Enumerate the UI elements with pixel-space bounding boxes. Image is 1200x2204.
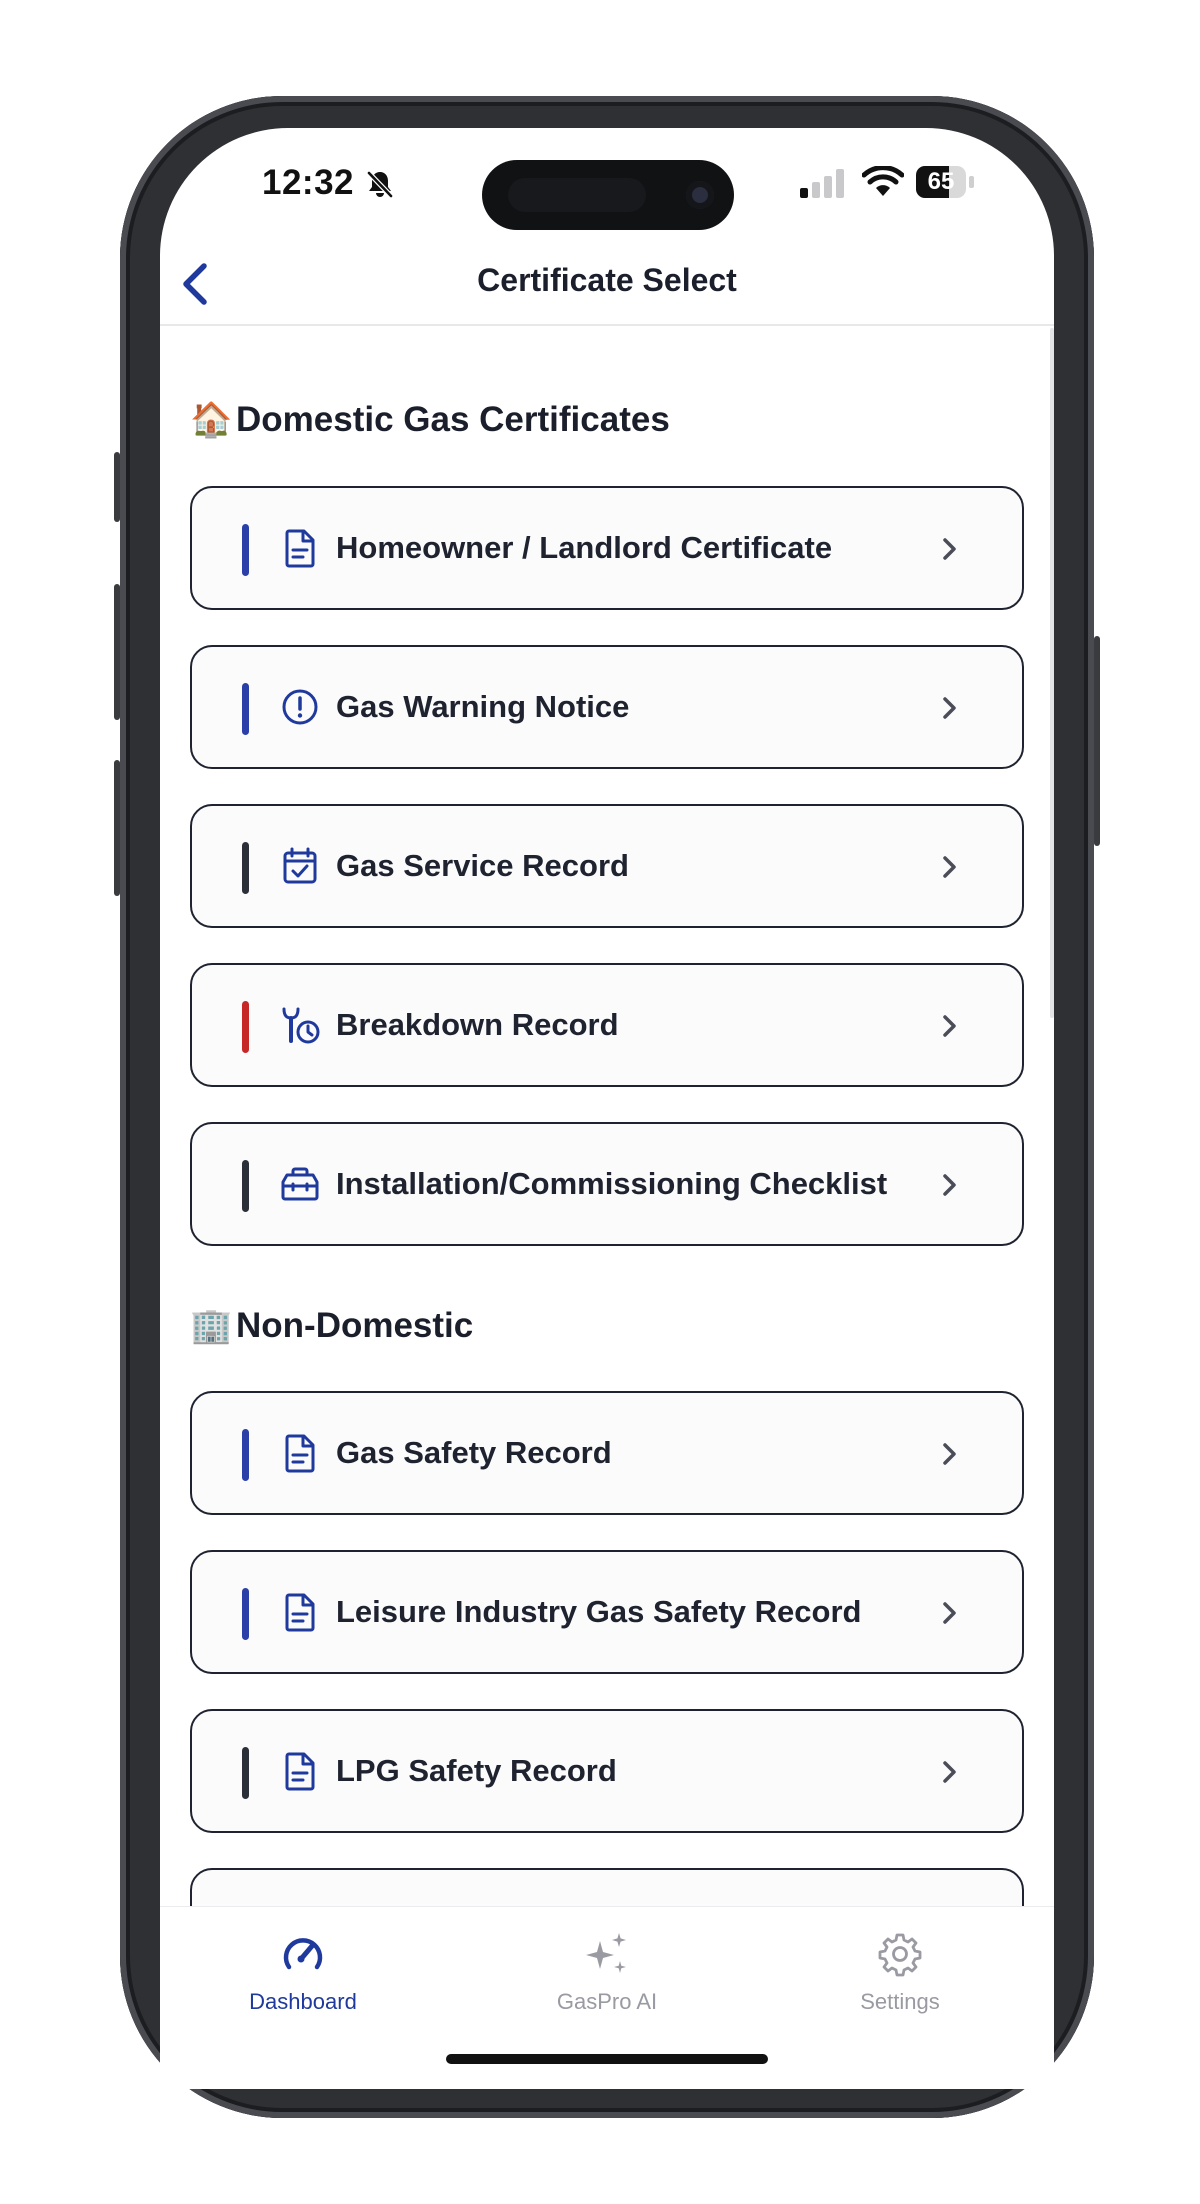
- sparkles-icon: [586, 1933, 626, 1973]
- certificate-item-gas-warning-notice[interactable]: Gas Warning Notice: [190, 645, 1024, 769]
- tab-gaspro-ai[interactable]: GasPro AI: [507, 1929, 707, 2015]
- page-title: Certificate Select: [477, 262, 737, 298]
- chevron-right-icon: [943, 1443, 956, 1465]
- dynamic-island: [482, 160, 734, 230]
- battery-indicator: 65: [916, 166, 976, 198]
- accent-bar: [242, 1747, 249, 1799]
- certificate-label: Installation/Commissioning Checklist: [336, 1166, 888, 1201]
- section-header-domestic: 🏠 Domestic Gas Certificates: [190, 400, 670, 440]
- chevron-right-icon: [943, 1015, 956, 1037]
- section-title-domestic: Domestic Gas Certificates: [236, 400, 670, 439]
- office-building-icon: 🏢: [190, 1307, 233, 1345]
- chevron-right-icon: [943, 856, 956, 878]
- tab-label-dashboard: Dashboard: [249, 1989, 357, 2014]
- certificate-item-gas-service-record[interactable]: Gas Service Record: [190, 804, 1024, 928]
- tab-label-gaspro-ai: GasPro AI: [556, 1989, 658, 2014]
- calendar-check-icon: [283, 847, 317, 884]
- scroll-indicator[interactable]: [1050, 328, 1054, 1018]
- chevron-right-icon: [943, 538, 956, 560]
- document-icon: [285, 1752, 315, 1791]
- battery-level: 65: [927, 168, 955, 195]
- certificate-item-gas-safety-record[interactable]: Gas Safety Record: [190, 1391, 1024, 1515]
- certificate-label: Leisure Industry Gas Safety Record: [336, 1594, 862, 1629]
- certificate-label: Gas Service Record: [336, 848, 629, 883]
- document-icon: [285, 1434, 315, 1473]
- bell-off-icon: [367, 171, 393, 198]
- signal-icon: [800, 169, 844, 198]
- status-time: 12:32: [262, 163, 355, 202]
- certificate-label: LPG Safety Record: [336, 1753, 617, 1788]
- wifi-icon: [862, 166, 904, 196]
- gear-icon: [878, 1933, 922, 1977]
- action-button: [114, 452, 120, 522]
- section-header-non-domestic: 🏢 Non-Domestic: [190, 1306, 473, 1346]
- wrench-clock-icon: [282, 1007, 320, 1044]
- certificate-item-homeowner-landlord[interactable]: Homeowner / Landlord Certificate: [190, 486, 1024, 610]
- chevron-right-icon: [943, 1174, 956, 1196]
- tab-dashboard[interactable]: Dashboard: [203, 1929, 403, 2015]
- certificate-item-lpg-safety-record[interactable]: LPG Safety Record: [190, 1709, 1024, 1833]
- tab-label-settings: Settings: [860, 1989, 940, 2014]
- certificate-item-installation-commissioning[interactable]: Installation/Commissioning Checklist: [190, 1122, 1024, 1246]
- accent-bar: [242, 1588, 249, 1640]
- document-icon: [285, 1593, 315, 1632]
- document-icon: [285, 529, 315, 568]
- camera-icon: [686, 181, 714, 209]
- volume-down-button: [114, 760, 120, 896]
- speedometer-icon: [283, 1938, 323, 1970]
- house-icon: 🏠: [190, 401, 233, 439]
- certificate-item-leisure-industry[interactable]: Leisure Industry Gas Safety Record: [190, 1550, 1024, 1674]
- accent-bar: [242, 842, 249, 894]
- certificate-label: Homeowner / Landlord Certificate: [336, 530, 833, 565]
- accent-bar: [242, 1429, 249, 1481]
- chevron-right-icon: [943, 697, 956, 719]
- certificate-label: Gas Warning Notice: [336, 689, 630, 724]
- power-button: [1094, 636, 1100, 846]
- certificate-label: Breakdown Record: [336, 1007, 619, 1042]
- volume-up-button: [114, 584, 120, 720]
- island-sensor: [508, 178, 646, 212]
- accent-bar: [242, 683, 249, 735]
- toolbox-icon: [281, 1167, 319, 1201]
- alert-circle-icon: [282, 689, 318, 725]
- tab-settings[interactable]: Settings: [800, 1929, 1000, 2015]
- certificate-item-breakdown-record[interactable]: Breakdown Record: [190, 963, 1024, 1087]
- certificate-label: Gas Safety Record: [336, 1435, 612, 1470]
- chevron-right-icon: [943, 1602, 956, 1624]
- chevron-right-icon: [943, 1761, 956, 1783]
- accent-bar: [242, 1160, 249, 1212]
- accent-bar: [242, 1001, 249, 1053]
- section-title-non-domestic: Non-Domestic: [236, 1306, 474, 1345]
- nav-divider: [160, 324, 1054, 326]
- accent-bar: [242, 524, 249, 576]
- home-indicator[interactable]: [446, 2054, 768, 2064]
